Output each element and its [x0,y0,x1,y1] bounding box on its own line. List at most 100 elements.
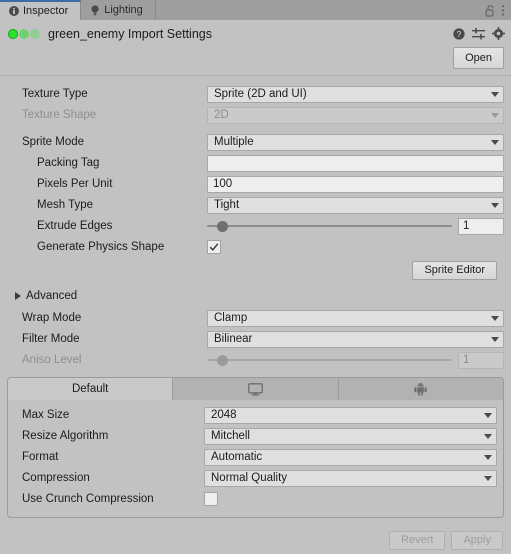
page-title: green_enemy Import Settings [48,26,212,41]
preset-icon[interactable] [472,27,485,40]
row-resize-algorithm: Resize Algorithm Mitchell [14,426,497,446]
tab-inspector[interactable]: Inspector [0,0,82,20]
advanced-foldout[interactable]: Advanced [7,286,504,306]
slider-track [207,225,452,227]
kebab-menu-icon[interactable] [501,4,505,17]
chevron-down-icon [491,139,499,145]
texture-shape-value: 2D [214,109,229,121]
footer-buttons: Revert Apply [0,531,511,550]
tab-lighting-label: Lighting [104,4,143,16]
row-max-size: Max Size 2048 [14,405,497,425]
aniso-level-slider [207,353,452,367]
texture-type-dropdown[interactable]: Sprite (2D and UI) [207,85,504,103]
filter-mode-label: Filter Mode [22,333,80,345]
row-texture-shape: Texture Shape 2D [7,105,504,125]
max-size-dropdown[interactable]: 2048 [204,406,497,424]
gear-icon[interactable] [492,27,505,40]
chevron-down-icon [484,454,492,460]
row-mesh-type: Mesh Type Tight [7,195,504,215]
max-size-label: Max Size [22,409,70,421]
help-icon[interactable]: ? [453,27,465,40]
platform-tab-default-label: Default [71,383,109,395]
platform-tab-default[interactable]: Default [8,378,174,400]
resize-algorithm-value: Mitchell [211,430,250,442]
wrap-mode-dropdown[interactable]: Clamp [207,309,504,327]
chevron-down-icon [491,91,499,97]
platform-tab-standalone[interactable] [173,378,339,400]
max-size-value: 2048 [211,409,237,421]
compression-value: Normal Quality [211,472,288,484]
chevron-down-icon [491,202,499,208]
resize-algorithm-dropdown[interactable]: Mitchell [204,427,497,445]
monitor-icon [248,382,263,396]
pixels-per-unit-input[interactable]: 100 [207,175,504,193]
android-icon [414,382,428,396]
svg-text:?: ? [457,30,462,39]
row-aniso-level: Aniso Level 1 [7,350,504,370]
use-crunch-compression-label: Use Crunch Compression [22,493,154,505]
row-format: Format Automatic [14,447,497,467]
texture-type-label: Texture Type [22,88,88,100]
slider-knob[interactable] [216,220,228,232]
lightbulb-icon [90,4,100,16]
advanced-label: Advanced [26,290,78,302]
apply-button[interactable]: Apply [451,531,503,550]
texture-shape-dropdown: 2D [207,106,504,124]
filter-mode-dropdown[interactable]: Bilinear [207,330,504,348]
filter-mode-value: Bilinear [214,333,253,345]
slider-track [207,359,452,361]
tab-lighting[interactable]: Lighting [81,0,156,20]
row-compression: Compression Normal Quality [14,468,497,488]
compression-label: Compression [22,472,90,484]
sprite-preview-icon [8,27,42,41]
platform-tabs: Default [8,378,503,400]
revert-button[interactable]: Revert [389,531,446,550]
wrap-mode-value: Clamp [214,312,248,324]
aniso-level-value: 1 [458,351,504,369]
extrude-edges-slider[interactable] [207,219,452,233]
wrap-mode-label: Wrap Mode [22,312,82,324]
use-crunch-compression-checkbox[interactable] [204,492,218,506]
info-icon [9,6,19,16]
object-header: green_enemy Import Settings ? [0,20,511,47]
unlocked-padlock-icon[interactable] [485,4,496,17]
chevron-down-icon [491,112,499,118]
tabbar-actions [485,0,511,20]
format-label: Format [22,451,59,463]
tab-bar: Inspector Lighting [0,0,511,20]
open-button[interactable]: Open [453,47,504,69]
chevron-down-icon [484,433,492,439]
generate-physics-shape-checkbox[interactable] [207,240,221,254]
mesh-type-value: Tight [214,199,240,211]
generate-physics-shape-label: Generate Physics Shape [37,241,165,253]
row-extrude-edges: Extrude Edges 1 [7,216,504,236]
extrude-edges-value[interactable]: 1 [458,217,504,235]
chevron-down-icon [484,412,492,418]
format-value: Automatic [211,451,263,463]
mesh-type-dropdown[interactable]: Tight [207,196,504,214]
chevron-down-icon [491,315,499,321]
packing-tag-label: Packing Tag [37,157,100,169]
row-use-crunch-compression: Use Crunch Compression [14,489,497,509]
format-dropdown[interactable]: Automatic [204,448,497,466]
row-texture-type: Texture Type Sprite (2D and UI) [7,84,504,104]
platform-tab-android[interactable] [338,378,503,400]
chevron-right-icon [15,292,21,300]
packing-tag-input[interactable] [207,154,504,172]
sprite-mode-dropdown[interactable]: Multiple [207,133,504,151]
chevron-down-icon [491,336,499,342]
mesh-type-label: Mesh Type [37,199,94,211]
platform-settings-rows: Max Size 2048 Resize Algorithm Mitchell … [8,400,503,517]
row-wrap-mode: Wrap Mode Clamp [7,308,504,328]
compression-dropdown[interactable]: Normal Quality [204,469,497,487]
row-pixels-per-unit: Pixels Per Unit 100 [7,174,504,194]
texture-shape-label: Texture Shape [22,109,97,121]
checkmark-icon [209,243,219,251]
object-header-actions: ? [453,27,505,40]
resize-algorithm-label: Resize Algorithm [22,430,109,442]
row-generate-physics-shape: Generate Physics Shape [7,237,504,257]
pixels-per-unit-label: Pixels Per Unit [37,178,113,190]
texture-type-value: Sprite (2D and UI) [214,88,307,100]
texture-settings-section: Texture Type Sprite (2D and UI) Texture … [0,76,511,370]
sprite-editor-button[interactable]: Sprite Editor [412,261,497,280]
